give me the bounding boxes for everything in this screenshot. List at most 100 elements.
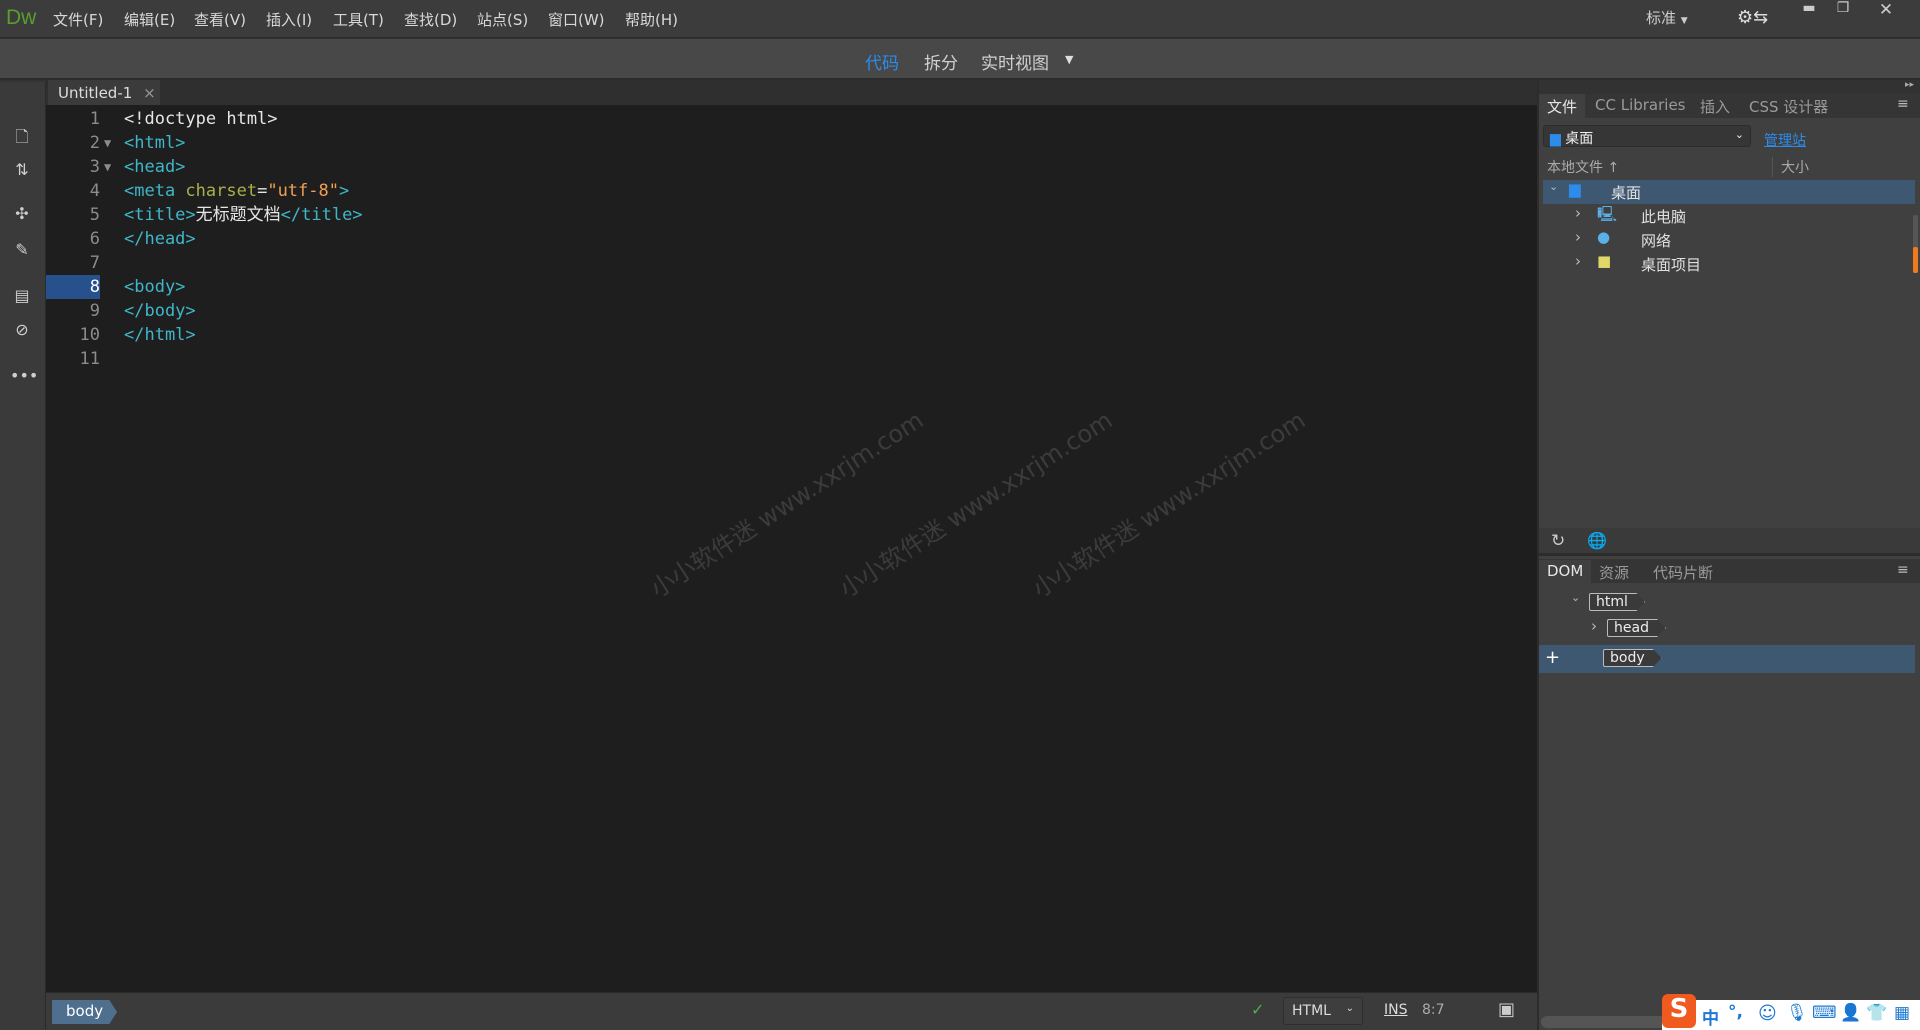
close-tab-icon[interactable]: ×: [143, 84, 156, 102]
dom-horizontal-scrollbar[interactable]: [1541, 1016, 1681, 1028]
code-line[interactable]: 8 <body>: [46, 275, 1537, 299]
code-line[interactable]: 9 </body>: [46, 299, 1537, 323]
view-code-button[interactable]: 代码: [865, 49, 899, 74]
code-token: </title>: [280, 205, 363, 225]
menu-site[interactable]: 站点(S): [477, 9, 528, 30]
tab-insert[interactable]: 插入: [1692, 94, 1738, 118]
tab-files[interactable]: 文件: [1539, 94, 1586, 118]
sync-settings-icon[interactable]: ⚙⇆: [1737, 7, 1768, 28]
tree-item-desktop[interactable]: ⌄ ▆ 桌面: [1543, 180, 1915, 204]
manage-sites-link[interactable]: 管理站: [1764, 130, 1806, 150]
tree-item-desktop-items[interactable]: › ■ 桌面项目: [1543, 252, 1915, 276]
expand-collapse-icon[interactable]: ✣: [10, 204, 34, 226]
menu-view[interactable]: 查看(V): [194, 9, 246, 30]
preview-devices-icon[interactable]: ▣: [1498, 999, 1515, 1020]
insert-mode[interactable]: INS: [1384, 1002, 1408, 1018]
code-line[interactable]: 2 ▼ <html>: [46, 131, 1537, 155]
line-number: 3: [89, 157, 100, 177]
view-live-button[interactable]: 实时视图: [981, 49, 1049, 74]
code-line[interactable]: 5 <title>无标题文档</title>: [46, 203, 1537, 227]
cursor-position: 8:7: [1422, 1002, 1445, 1018]
sogou-logo-icon[interactable]: S: [1662, 994, 1696, 1028]
tab-assets[interactable]: 资源: [1591, 560, 1637, 584]
line-number: 8: [46, 275, 100, 299]
tree-item-this-pc[interactable]: › 🖳 此电脑: [1543, 204, 1915, 228]
code-line[interactable]: 10 </html>: [46, 323, 1537, 347]
new-file-icon[interactable]: 🗋: [10, 126, 34, 148]
menu-help[interactable]: 帮助(H): [625, 9, 678, 30]
language-select[interactable]: HTML ⌄: [1283, 997, 1363, 1025]
comment-icon[interactable]: ▤: [10, 286, 34, 308]
add-element-icon[interactable]: +: [1545, 647, 1560, 668]
refresh-icon[interactable]: ↻: [1551, 531, 1565, 551]
document-tab[interactable]: Untitled-1 ×: [48, 80, 160, 105]
tab-css-designer[interactable]: CSS 设计器: [1741, 94, 1836, 118]
panel-menu-icon[interactable]: ≡: [1897, 96, 1909, 112]
format-code-icon[interactable]: ✎: [10, 240, 34, 262]
line-number: 7: [89, 253, 100, 273]
collapse-panel-icon[interactable]: ▸▸: [1539, 80, 1920, 94]
close-window-button[interactable]: ✕: [1860, 0, 1912, 22]
view-dropdown-icon[interactable]: ▼: [1065, 53, 1073, 66]
emoji-icon[interactable]: ☺: [1758, 1003, 1777, 1024]
chevron-right-icon: ›: [1591, 617, 1597, 635]
user-icon[interactable]: 👤: [1840, 1003, 1861, 1023]
menu-edit[interactable]: 编辑(E): [124, 9, 175, 30]
menu-tools[interactable]: 工具(T): [333, 9, 384, 30]
toolbox-icon[interactable]: ▦: [1894, 1003, 1910, 1023]
site-select[interactable]: ▆ 桌面 ⌄: [1543, 125, 1751, 147]
code-token: <!doctype html>: [124, 109, 278, 129]
tab-snippets[interactable]: 代码片断: [1645, 560, 1721, 584]
sort-up-icon: ↑: [1607, 160, 1620, 176]
code-editor[interactable]: 1 <!doctype html> 2 ▼ <html> 3 ▼ <head> 4 <meta c…: [46, 105, 1537, 992]
code-line[interactable]: 3 ▼ <head>: [46, 155, 1537, 179]
restore-button[interactable]: ❐: [1826, 0, 1860, 22]
tab-dom[interactable]: DOM: [1539, 560, 1592, 584]
ime-punctuation[interactable]: °,: [1728, 1002, 1743, 1022]
code-line[interactable]: 4 <meta charset="utf-8">: [46, 179, 1537, 203]
fold-toggle-icon[interactable]: ▼: [104, 131, 111, 155]
menu-find[interactable]: 查找(D): [404, 9, 457, 30]
no-errors-icon[interactable]: ✓: [1251, 1000, 1264, 1019]
code-line[interactable]: 11: [46, 347, 1537, 371]
dom-node-html[interactable]: ⌄ html: [1543, 591, 1915, 615]
workspace-switcher[interactable]: 标准 ▼: [1646, 7, 1688, 28]
menu-file[interactable]: 文件(F): [53, 9, 103, 30]
ime-language[interactable]: 中: [1702, 1004, 1719, 1029]
line-number: 6: [89, 229, 100, 249]
tab-cc-libraries[interactable]: CC Libraries: [1587, 94, 1694, 118]
tag-breadcrumb[interactable]: body: [52, 1000, 118, 1024]
code-line[interactable]: 6 </head>: [46, 227, 1537, 251]
minimize-button[interactable]: ▬: [1792, 0, 1826, 22]
code-text: </head>: [124, 227, 196, 251]
chevron-right-icon: ›: [1575, 204, 1581, 222]
fold-toggle-icon[interactable]: ▼: [104, 155, 111, 179]
code-line[interactable]: 1 <!doctype html>: [46, 107, 1537, 131]
menu-insert[interactable]: 插入(I): [266, 9, 312, 30]
panel-menu-icon[interactable]: ≡: [1897, 562, 1909, 578]
get-put-icon[interactable]: ⇅: [10, 160, 34, 182]
remove-comment-icon[interactable]: ⊘: [10, 320, 34, 342]
menu-window[interactable]: 窗口(W): [548, 9, 605, 30]
dom-node-head[interactable]: › head: [1543, 617, 1915, 641]
microphone-icon[interactable]: 🎙: [1786, 1003, 1808, 1023]
column-size[interactable]: 大小: [1772, 157, 1809, 177]
view-split-button[interactable]: 拆分: [924, 49, 958, 74]
chevron-down-icon: ⌄: [1549, 180, 1559, 193]
files-scrollbar[interactable]: [1913, 215, 1918, 273]
keyboard-icon[interactable]: ⌨: [1812, 1003, 1837, 1023]
code-line[interactable]: 7: [46, 251, 1537, 275]
connect-remote-icon[interactable]: 🌐: [1587, 531, 1607, 550]
document-tab-bar: [46, 80, 1537, 105]
column-local-files[interactable]: 本地文件 ↑: [1547, 157, 1619, 177]
desktop-icon: ▆: [1550, 131, 1561, 147]
code-token: <html>: [124, 133, 186, 153]
dom-node-body[interactable]: + body: [1539, 645, 1915, 673]
tree-item-network[interactable]: › ● 网络: [1543, 228, 1915, 252]
code-token: 无标题文档: [195, 205, 281, 225]
status-bar: body ✓ HTML ⌄ INS 8:7 ▣: [46, 992, 1537, 1030]
skin-icon[interactable]: 👕: [1866, 1003, 1887, 1023]
line-number: 4: [89, 181, 100, 201]
ime-toolbar: S 中 °, ☺ 🎙 ⌨ 👤 👕 ▦: [1662, 994, 1920, 1030]
more-tools-icon[interactable]: •••: [10, 366, 38, 388]
